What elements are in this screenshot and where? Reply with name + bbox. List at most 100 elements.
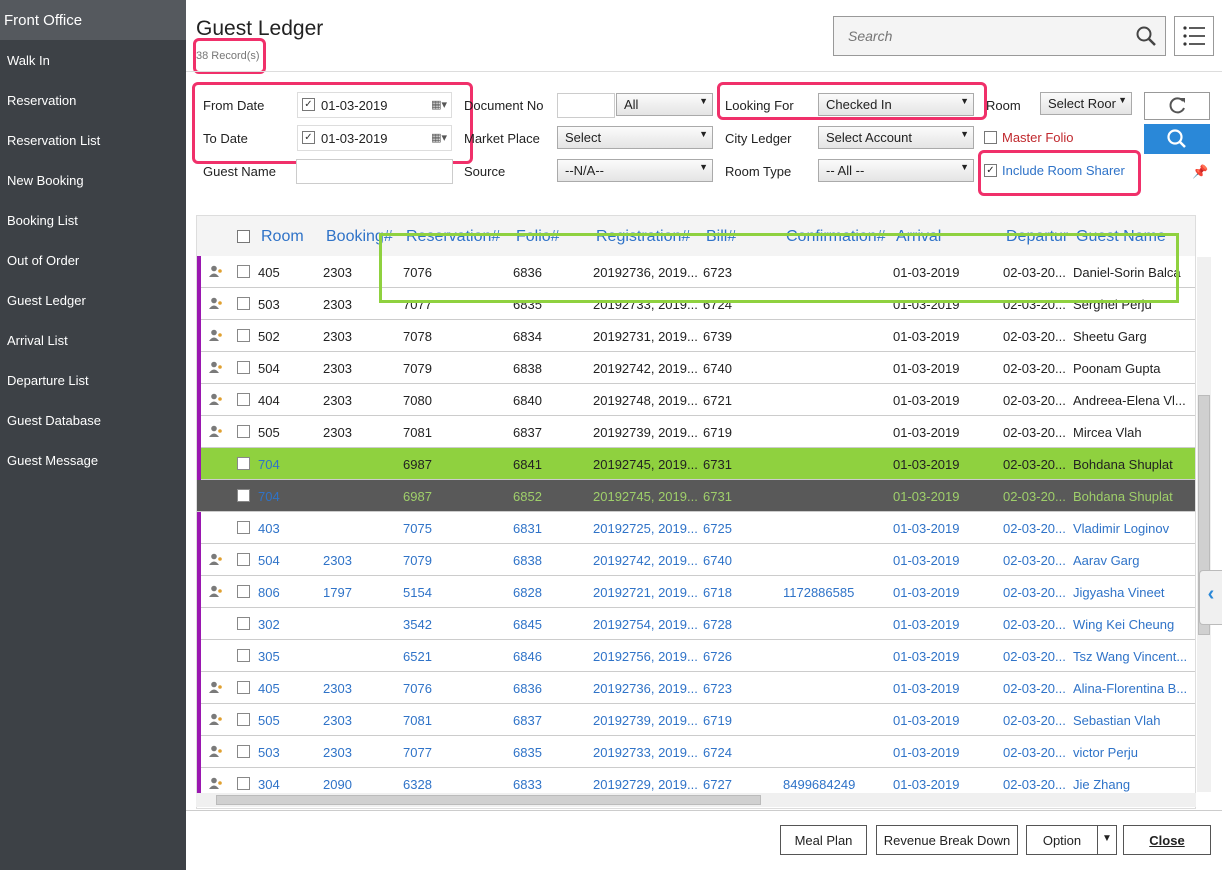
- table-row[interactable]: 405 2303 7076 6836 20192736, 2019... 6723 01-0…: [197, 672, 1195, 704]
- scrollbar-thumb[interactable]: [216, 795, 761, 805]
- sidebar-item-reservation-list[interactable]: Reservation List: [0, 120, 186, 160]
- master-folio-checkbox[interactable]: [984, 131, 997, 144]
- room-select[interactable]: Select Roor ▼: [1040, 92, 1132, 115]
- row-checkbox[interactable]: [237, 553, 250, 566]
- sidebar-item-booking-list[interactable]: Booking List: [0, 200, 186, 240]
- table-row[interactable]: 504 2303 7079 6838 20192742, 2019... 6740 01-0…: [197, 544, 1195, 576]
- row-status-marker: [197, 352, 201, 384]
- row-checkbox[interactable]: [237, 681, 250, 694]
- cell-bill: 6718: [703, 585, 732, 600]
- chevron-down-icon: ▼: [699, 96, 708, 106]
- row-checkbox[interactable]: [237, 457, 250, 470]
- sidebar-item-departure-list[interactable]: Departure List: [0, 360, 186, 400]
- row-checkbox[interactable]: [237, 617, 250, 630]
- table-row[interactable]: 806 1797 5154 6828 20192721, 2019... 6718 1172…: [197, 576, 1195, 608]
- table-row[interactable]: 503 2303 7077 6835 20192733, 2019... 6724 01-0…: [197, 288, 1195, 320]
- table-row[interactable]: 302 3542 6845 20192754, 2019... 6728 01-03-20…: [197, 608, 1195, 640]
- market-place-select[interactable]: Select ▼: [557, 126, 713, 149]
- col-folio[interactable]: Folio#: [516, 228, 560, 246]
- document-no-input[interactable]: [557, 93, 615, 118]
- row-checkbox[interactable]: [237, 393, 250, 406]
- table-row[interactable]: 504 2303 7079 6838 20192742, 2019... 6740 01-0…: [197, 352, 1195, 384]
- table-row[interactable]: 505 2303 7081 6837 20192739, 2019... 6719 01-0…: [197, 704, 1195, 736]
- close-button[interactable]: Close: [1123, 825, 1211, 855]
- row-checkbox[interactable]: [237, 361, 250, 374]
- col-registration[interactable]: Registration#: [596, 228, 690, 246]
- row-checkbox[interactable]: [237, 425, 250, 438]
- room-type-label: Room Type: [725, 164, 792, 179]
- table-row[interactable]: 404 2303 7080 6840 20192748, 2019... 6721 01-0…: [197, 384, 1195, 416]
- row-checkbox[interactable]: [237, 649, 250, 662]
- user-icon: [209, 713, 222, 725]
- list-menu-button[interactable]: [1174, 16, 1214, 56]
- cell-folio: 6840: [513, 393, 542, 408]
- table-row[interactable]: 704 6987 6852 20192745, 2019... 6731 01-03-20…: [197, 480, 1195, 512]
- row-checkbox[interactable]: [237, 297, 250, 310]
- row-checkbox[interactable]: [237, 745, 250, 758]
- sidebar-item-arrival-list[interactable]: Arrival List: [0, 320, 186, 360]
- search-box[interactable]: [833, 16, 1166, 56]
- row-status-marker: [197, 512, 201, 544]
- row-checkbox[interactable]: [237, 521, 250, 534]
- col-guest-name[interactable]: Guest Name: [1076, 228, 1166, 246]
- cell-departure: 02-03-20...: [1003, 553, 1066, 568]
- collapse-panel-tab[interactable]: ‹: [1199, 570, 1222, 625]
- row-checkbox[interactable]: [237, 489, 250, 502]
- row-checkbox[interactable]: [237, 713, 250, 726]
- row-checkbox[interactable]: [237, 777, 250, 790]
- cell-folio: 6837: [513, 425, 542, 440]
- option-button[interactable]: Option: [1026, 825, 1098, 855]
- cell-arrival: 01-03-2019: [893, 617, 960, 632]
- cell-reservation: 7079: [403, 361, 432, 376]
- sidebar-item-out-of-order[interactable]: Out of Order: [0, 240, 186, 280]
- search-icon[interactable]: [1135, 25, 1157, 47]
- col-departure[interactable]: Departur: [1006, 228, 1069, 246]
- source-select[interactable]: --N/A-- ▼: [557, 159, 713, 182]
- sidebar-item-new-booking[interactable]: New Booking: [0, 160, 186, 200]
- col-booking[interactable]: Booking#: [326, 228, 393, 246]
- table-row[interactable]: 502 2303 7078 6834 20192731, 2019... 6739 01-0…: [197, 320, 1195, 352]
- row-checkbox[interactable]: [237, 265, 250, 278]
- table-row[interactable]: 403 7075 6831 20192725, 2019... 6725 01-03-20…: [197, 512, 1195, 544]
- select-all-checkbox[interactable]: [237, 230, 250, 243]
- table-row[interactable]: 405 2303 7076 6836 20192736, 2019... 6723 01-0…: [197, 256, 1195, 288]
- col-arrival[interactable]: Arrival: [896, 228, 941, 246]
- sidebar-item-guest-ledger[interactable]: Guest Ledger: [0, 280, 186, 320]
- cell-bill: 6724: [703, 745, 732, 760]
- cell-registration: 20192739, 2019...: [593, 713, 698, 728]
- cell-guest: Bohdana Shuplat: [1073, 489, 1173, 504]
- city-ledger-label: City Ledger: [725, 131, 792, 146]
- search-input[interactable]: [834, 17, 1114, 55]
- sidebar-item-walk-in[interactable]: Walk In: [0, 40, 186, 80]
- table-row[interactable]: 704 6987 6841 20192745, 2019... 6731 01-03-20…: [197, 448, 1195, 480]
- pin-icon[interactable]: 📌: [1192, 164, 1208, 180]
- meal-plan-button[interactable]: Meal Plan: [780, 825, 867, 855]
- table-row[interactable]: 503 2303 7077 6835 20192733, 2019... 6724 01-0…: [197, 736, 1195, 768]
- document-no-select[interactable]: All ▼: [616, 93, 713, 116]
- sidebar-item-guest-message[interactable]: Guest Message: [0, 440, 186, 480]
- master-folio-label[interactable]: Master Folio: [1002, 130, 1074, 145]
- row-checkbox[interactable]: [237, 329, 250, 342]
- room-type-select[interactable]: -- All -- ▼: [818, 159, 974, 182]
- row-checkbox[interactable]: [237, 585, 250, 598]
- apply-search-button[interactable]: [1144, 124, 1210, 154]
- horizontal-scrollbar[interactable]: [196, 793, 1196, 807]
- vertical-scrollbar[interactable]: [1197, 257, 1211, 792]
- city-ledger-select[interactable]: Select Account ▼: [818, 126, 974, 149]
- chevron-down-icon: ▼: [699, 162, 708, 172]
- option-dropdown-button[interactable]: ▼: [1097, 825, 1117, 855]
- refresh-button[interactable]: [1144, 92, 1210, 120]
- col-reservation[interactable]: Reservation#: [406, 228, 500, 246]
- cell-room: 503: [258, 745, 280, 760]
- cell-bill: 6723: [703, 265, 732, 280]
- table-row[interactable]: 305 6521 6846 20192756, 2019... 6726 01-03-20…: [197, 640, 1195, 672]
- revenue-break-down-button[interactable]: Revenue Break Down: [876, 825, 1018, 855]
- sidebar-item-guest-database[interactable]: Guest Database: [0, 400, 186, 440]
- col-room[interactable]: Room: [261, 228, 304, 246]
- guest-name-input[interactable]: [296, 159, 453, 184]
- col-confirmation[interactable]: Confirmation#: [786, 228, 886, 246]
- table-row[interactable]: 505 2303 7081 6837 20192739, 2019... 6719 01-0…: [197, 416, 1195, 448]
- sidebar-item-reservation[interactable]: Reservation: [0, 80, 186, 120]
- cell-booking: 2303: [323, 425, 352, 440]
- col-bill[interactable]: Bill#: [706, 228, 736, 246]
